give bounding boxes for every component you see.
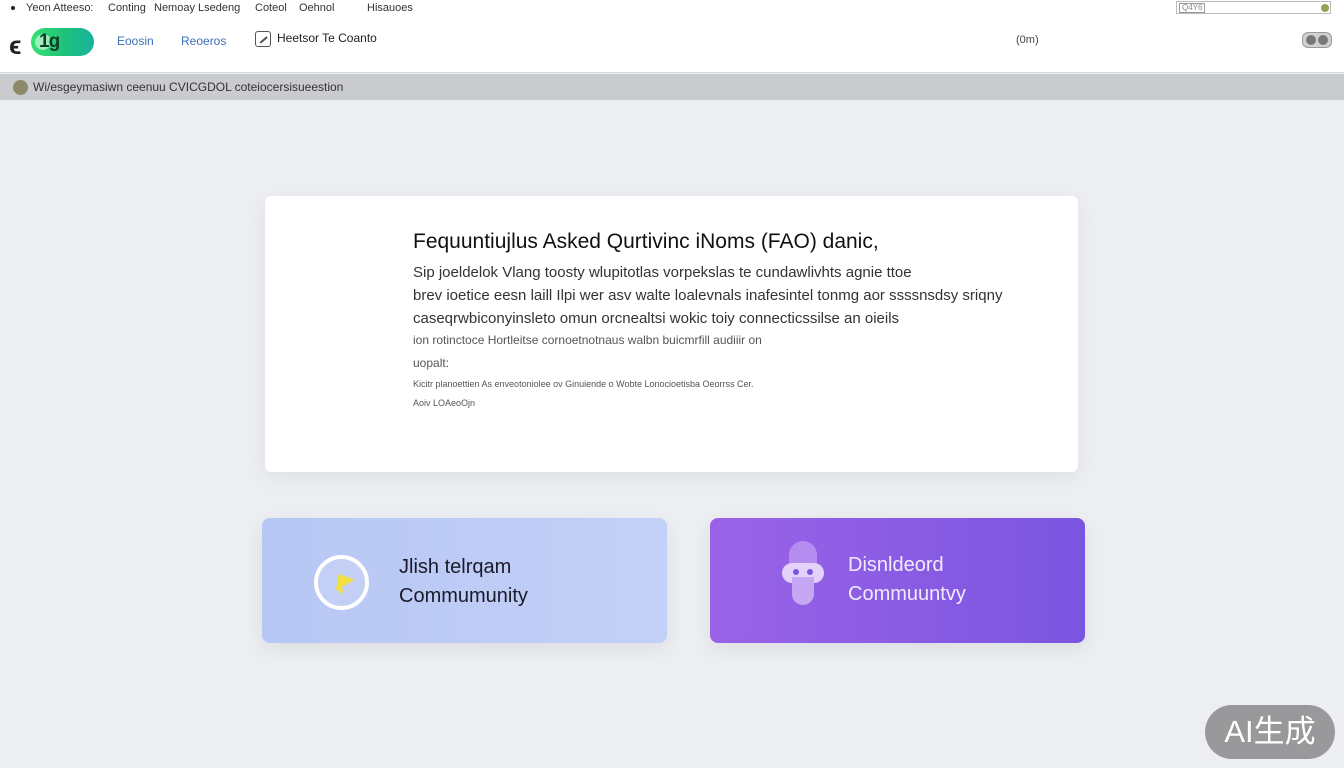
logo[interactable]: 1g (31, 28, 94, 56)
faq-line-1: Sip joeldelok Vlang toosty wlupitotlas v… (413, 264, 912, 281)
faq-title: Fequuntiujlus Asked Qurtivinc iNoms (FAO… (413, 230, 879, 253)
breadcrumb-text[interactable]: Wi/esgeymasiwn ceenuu CVICGDOL coteiocer… (33, 80, 343, 94)
logo-text: 1g (39, 31, 60, 52)
telegram-community-card[interactable]: Jlish telrqam Commumunity (262, 518, 667, 643)
telegram-card-line-1: Jlish telrqam (399, 556, 512, 578)
faq-line-6: Kicitr planoettien As enveotoniolee ov G… (413, 379, 754, 389)
telegram-plane-icon (329, 568, 355, 591)
faq-card: Fequuntiujlus Asked Qurtivinc iNoms (FAO… (265, 196, 1078, 472)
telegram-card-title: Jlish telrqam Commumunity (399, 553, 528, 611)
discord-community-card[interactable]: Disnldeord Commuuntvy (710, 518, 1085, 643)
faq-line-3: caseqrwbiconyinsleto omun orcnealtsi wok… (413, 310, 900, 327)
discord-card-line-1: Disnldeord (848, 554, 944, 576)
edit-icon (255, 31, 271, 47)
menu-item-6[interactable]: Hisauoes (367, 2, 413, 14)
faq-line-2: brev ioetice eesn laill Ilpi wer asv wal… (413, 287, 1003, 304)
mascot-eye-right (807, 569, 813, 575)
faq-line-7: Aoiv LOAeoOjn (413, 398, 476, 408)
globe-icon (13, 80, 28, 95)
header-toggle[interactable] (1302, 32, 1332, 48)
discord-mascot-icon (780, 541, 826, 605)
nav-link-contact-label: Heetsor Te Coanto (277, 31, 377, 46)
menu-item-2[interactable]: Conting (108, 2, 146, 14)
search-tag: Q4Y6 (1179, 3, 1206, 13)
logo-hook-icon: ϵ (9, 30, 22, 60)
faq-line-4: ion rotinctoce Hortleitse cornoetnotnaus… (413, 333, 762, 347)
site-header: ϵ 1g Eoosin Reoeros Heetsor Te Coanto (0… (0, 18, 1344, 73)
discord-card-line-2: Commuuntvy (848, 583, 966, 605)
nav-link-2[interactable]: Reoeros (181, 34, 226, 48)
toggle-knob-right-icon (1318, 35, 1328, 45)
ai-generated-badge: AI生成 (1205, 705, 1335, 759)
nav-link-contact[interactable]: Heetsor Te Coanto (255, 31, 377, 47)
breadcrumb: Wi/esgeymasiwn ceenuu CVICGDOL coteiocer… (0, 74, 1344, 100)
toggle-knob-left-icon (1306, 35, 1316, 45)
mascot-beard (792, 577, 814, 605)
menu-bullet-icon (11, 6, 15, 10)
menu-item-4[interactable]: Coteol (255, 2, 287, 14)
discord-card-title: Disnldeord Commuuntvy (848, 551, 966, 609)
mascot-eye-left (793, 569, 799, 575)
header-right-link[interactable]: (0m) (1016, 34, 1039, 46)
faq-line-5: uopalt: (413, 356, 450, 370)
menu-item-1[interactable]: Yeon Atteeso: (26, 2, 94, 14)
search-knob-icon[interactable] (1321, 4, 1329, 12)
top-search-input[interactable]: Q4Y6 (1176, 1, 1331, 14)
top-menu-bar: Yeon Atteeso: Conting Nemoay Lsedeng Cot… (0, 0, 1344, 18)
menu-item-5[interactable]: Oehnol (299, 2, 334, 14)
nav-link-1[interactable]: Eoosin (117, 34, 154, 48)
telegram-icon (314, 555, 369, 610)
telegram-card-line-2: Commumunity (399, 585, 528, 607)
menu-item-3[interactable]: Nemoay Lsedeng (154, 2, 240, 14)
